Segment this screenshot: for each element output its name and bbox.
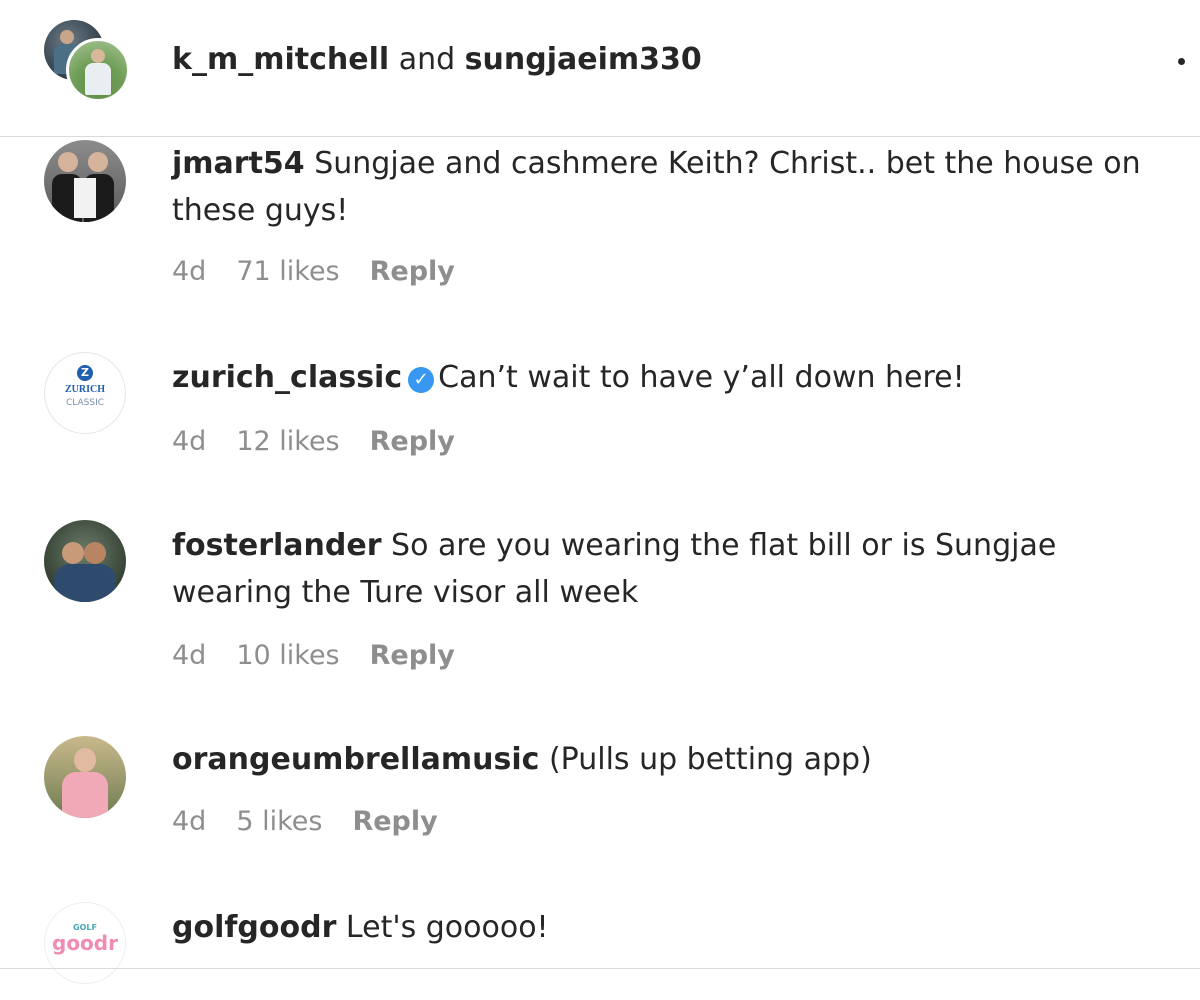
comment-username[interactable]: orangeumbrellamusic <box>172 742 539 777</box>
avatar-logo-text: goodr <box>52 931 118 955</box>
reply-button[interactable]: Reply <box>370 640 455 671</box>
comments-panel: k_m_mitchell and sungjaeim330 jmart54 Su… <box>0 0 1200 1000</box>
collab-avatar-stack[interactable] <box>44 18 134 108</box>
comment-meta: 4d 12 likes Reply <box>172 424 485 460</box>
comment-time: 4d <box>172 426 207 457</box>
comment-body: (Pulls up betting app) <box>539 742 872 777</box>
post-authors: k_m_mitchell and sungjaeim330 <box>172 38 702 82</box>
avatar-zurich-classic[interactable]: Z ZURICH CLASSIC <box>44 352 126 434</box>
header-divider <box>0 136 1200 137</box>
comment-username[interactable]: fosterlander <box>172 528 382 563</box>
comment-likes[interactable]: 10 likes <box>236 640 339 671</box>
comment-body: Can’t wait to have y’all down here! <box>438 360 965 395</box>
comment-meta: 4d 5 likes Reply <box>172 804 468 840</box>
avatar-golfgoodr[interactable]: GOLF goodr <box>44 902 126 984</box>
zurich-logo-icon: Z <box>77 365 93 381</box>
comment-text: golfgoodr Let's gooooo! <box>172 904 1172 951</box>
author-connector: and <box>389 42 465 77</box>
comment-text: jmart54 Sungjae and cashmere Keith? Chri… <box>172 140 1172 234</box>
author-link-sungjaeim330[interactable]: sungjaeim330 <box>465 42 702 77</box>
avatar-logo-subtext: CLASSIC <box>65 398 105 408</box>
comment-likes[interactable]: 5 likes <box>236 806 322 837</box>
comment-body: Let's gooooo! <box>336 910 549 945</box>
more-options-icon[interactable] <box>1178 58 1185 65</box>
avatar-fosterlander[interactable] <box>44 520 126 602</box>
comment-text: fosterlander So are you wearing the flat… <box>172 522 1172 616</box>
comment-body: Sungjae and cashmere Keith? Christ.. bet… <box>172 146 1141 228</box>
avatar-jmart54[interactable] <box>44 140 126 222</box>
comment-meta: 4d 71 likes Reply <box>172 254 485 290</box>
comment-time: 4d <box>172 640 207 671</box>
reply-button[interactable]: Reply <box>352 806 437 837</box>
verified-badge-icon: ✓ <box>408 367 435 393</box>
comment-time: 4d <box>172 806 207 837</box>
comment-time: 4d <box>172 256 207 287</box>
comment-username[interactable]: jmart54 <box>172 146 305 181</box>
author-link-k-m-mitchell[interactable]: k_m_mitchell <box>172 42 389 77</box>
avatar-sungjaeim330[interactable] <box>66 38 130 102</box>
reply-button[interactable]: Reply <box>370 256 455 287</box>
reply-button[interactable]: Reply <box>370 426 455 457</box>
comment-likes[interactable]: 71 likes <box>236 256 339 287</box>
post-header: k_m_mitchell and sungjaeim330 <box>0 0 1200 136</box>
bottom-divider <box>0 968 1200 969</box>
comment-username[interactable]: zurich_classic <box>172 360 402 395</box>
comment-likes[interactable]: 12 likes <box>236 426 339 457</box>
comment-username[interactable]: golfgoodr <box>172 910 336 945</box>
comment-text: orangeumbrellamusic (Pulls up betting ap… <box>172 736 1172 783</box>
avatar-logo-text: ZURICH <box>64 384 105 395</box>
comment-meta: 4d 10 likes Reply <box>172 638 485 674</box>
avatar-orangeumbrellamusic[interactable] <box>44 736 126 818</box>
comment-text: zurich_classic ✓ Can’t wait to have y’all … <box>172 354 1172 401</box>
